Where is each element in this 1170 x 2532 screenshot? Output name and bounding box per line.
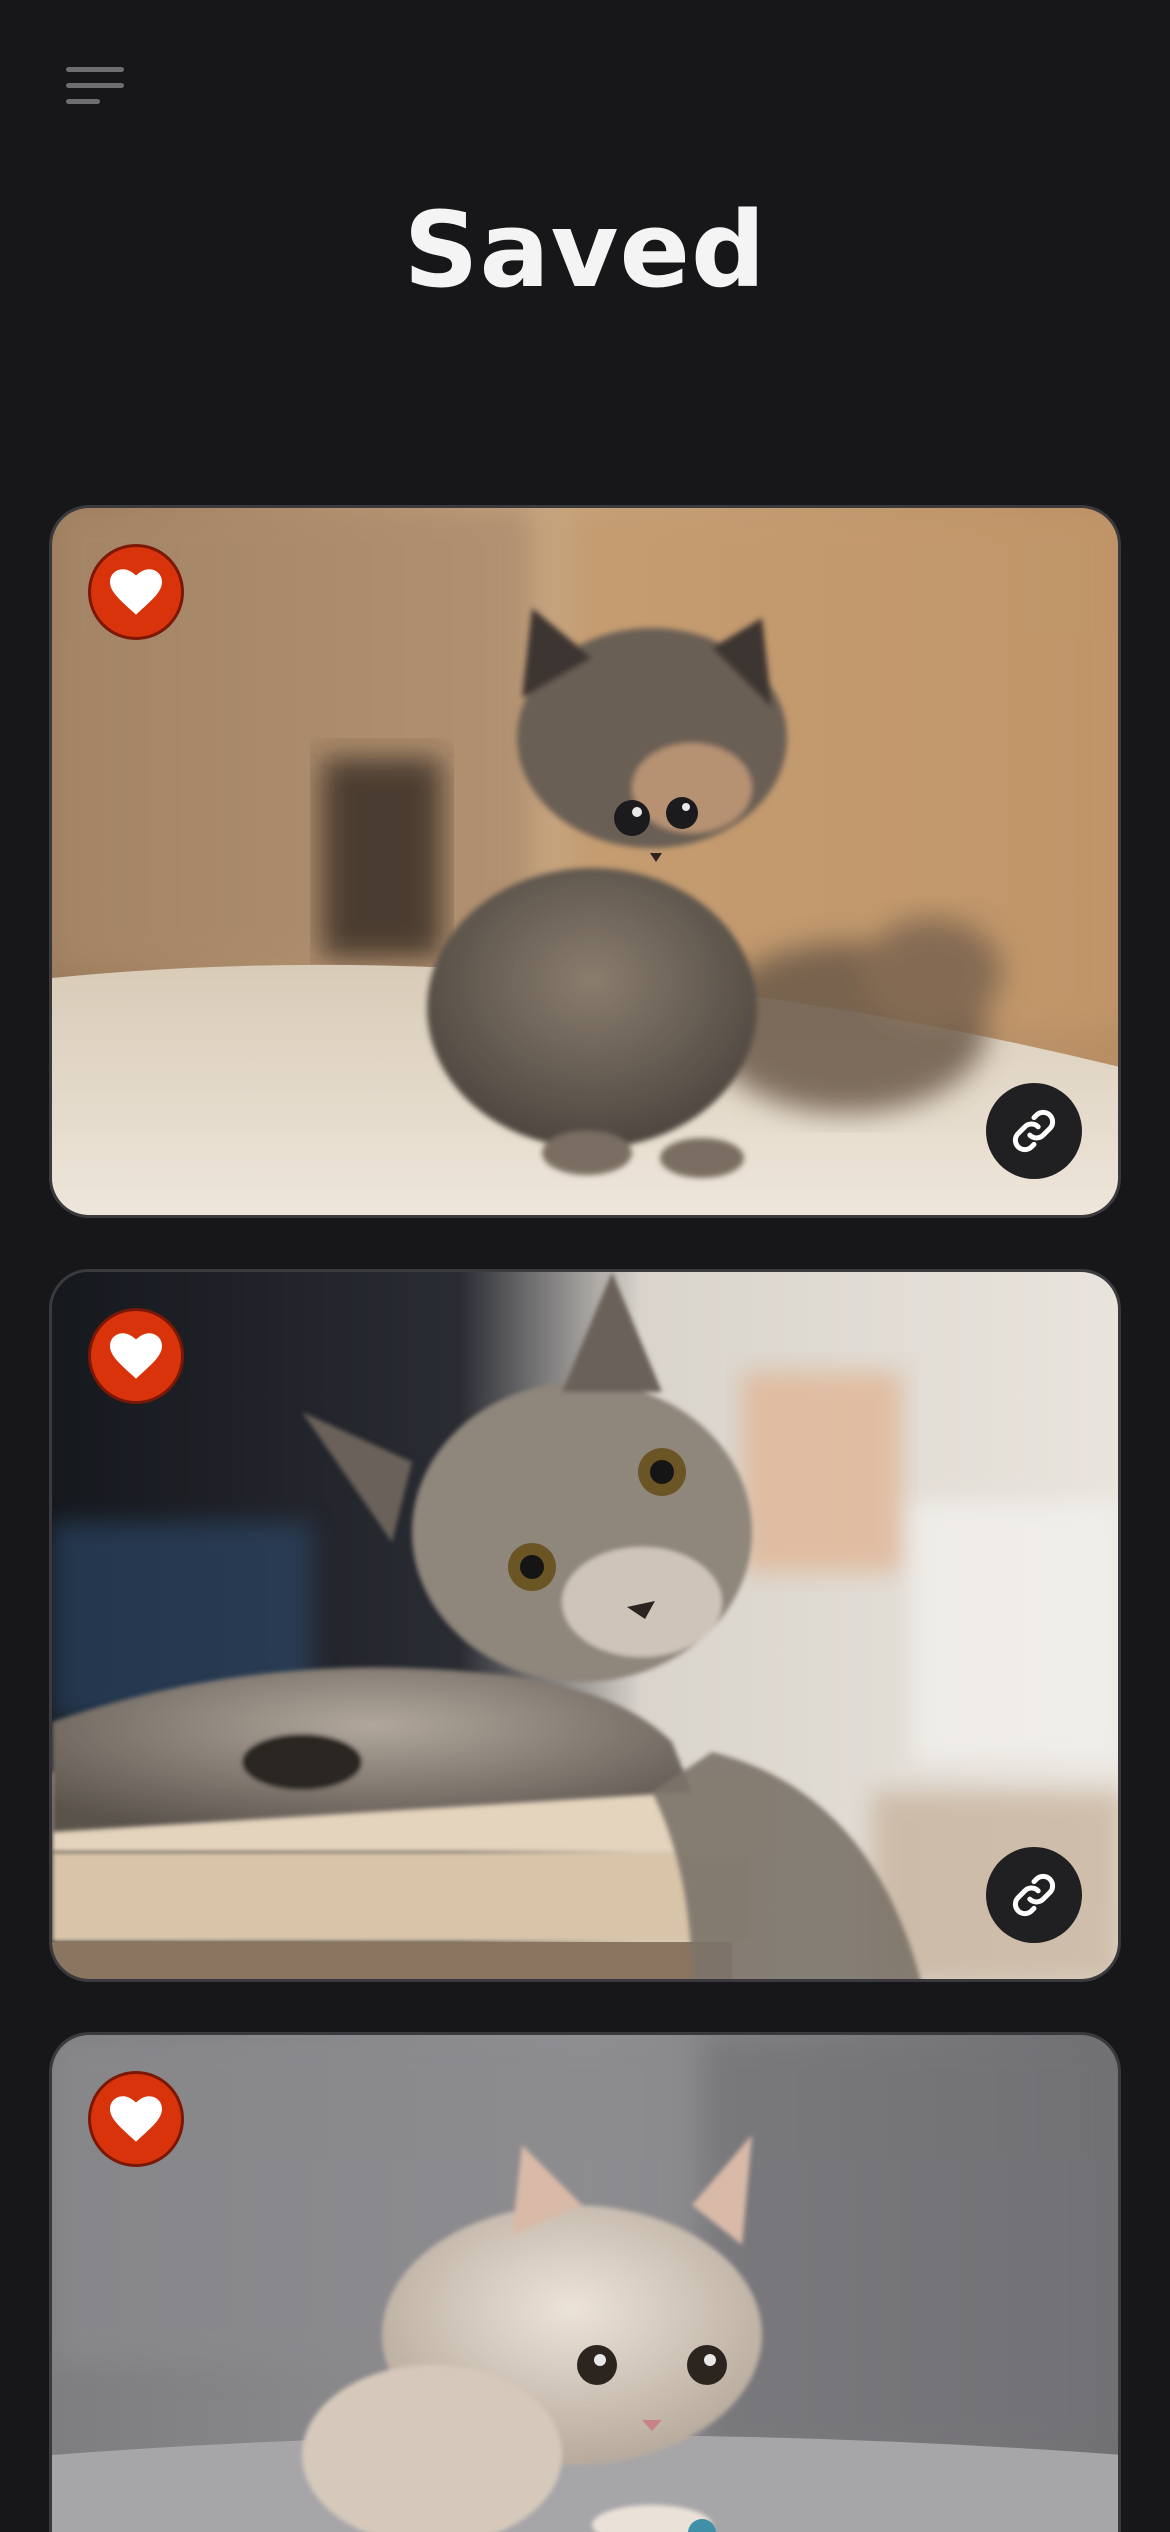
saved-screen: Saved [0, 0, 1170, 2532]
saved-photo-card[interactable] [49, 2032, 1121, 2532]
page-title: Saved [403, 189, 767, 311]
kitten-photo [52, 1272, 1118, 1979]
menu-bar [66, 66, 124, 72]
link-glyph [1012, 1873, 1056, 1917]
heart-glyph [110, 2096, 162, 2142]
heart-glyph [110, 569, 162, 615]
menu-bar [66, 82, 124, 88]
heart-icon[interactable] [88, 2071, 184, 2167]
kitten-photo [52, 2035, 1118, 2532]
hamburger-menu-icon[interactable] [56, 50, 136, 120]
link-glyph [1012, 1109, 1056, 1153]
saved-photo-card[interactable] [49, 505, 1121, 1218]
heart-glyph [110, 1333, 162, 1379]
heart-icon[interactable] [88, 1308, 184, 1404]
kitten-photo [52, 508, 1118, 1215]
link-icon[interactable] [986, 1083, 1082, 1179]
link-icon[interactable] [986, 1847, 1082, 1943]
heart-icon[interactable] [88, 544, 184, 640]
saved-photo-card[interactable] [49, 1269, 1121, 1982]
menu-bar [66, 98, 100, 104]
